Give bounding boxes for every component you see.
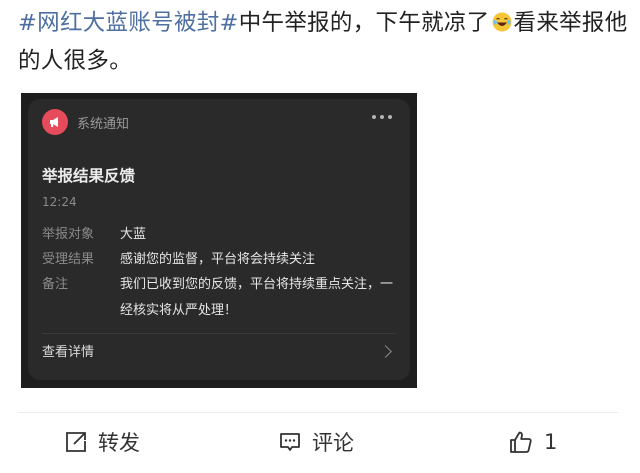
comment-label: 评论 (312, 431, 354, 455)
card-header: 系统通知 (42, 109, 129, 135)
notification-screenshot: 系统通知 举报结果反馈 12:24 举报对象 大蓝 受理结果 感谢您的监督，平台… (21, 93, 417, 388)
row-label: 受理结果 (42, 252, 95, 267)
more-options-icon[interactable] (372, 115, 392, 119)
post-text: #网红大蓝账号被封#中午举报的，下午就凉了 看来举报他的人很多。 (18, 4, 628, 80)
repost-button[interactable]: 转发 (64, 425, 140, 459)
comment-button[interactable]: 评论 (278, 425, 354, 459)
repost-icon (66, 432, 86, 452)
row-label: 备注 (42, 277, 69, 292)
action-divider (18, 412, 618, 413)
notification-title: 举报结果反馈 (42, 167, 136, 185)
sender-name: 系统通知 (77, 116, 130, 132)
like-button[interactable]: 1 (508, 425, 557, 459)
laughing-crying-emoji-icon (492, 12, 512, 32)
thumbs-up-icon (510, 431, 532, 453)
repost-label: 转发 (98, 431, 140, 455)
view-details-link[interactable]: 查看详情 (42, 341, 94, 360)
notification-time: 12:24 (42, 195, 77, 209)
row-label: 举报对象 (42, 227, 95, 242)
post-text-part1: 中午举报的，下午就凉了 (238, 10, 490, 36)
row-value: 我们已收到您的反馈，平台将持续重点关注，一经核实将从严处理！ (120, 277, 394, 318)
notification-card: 系统通知 举报结果反馈 12:24 举报对象 大蓝 受理结果 感谢您的监督，平台… (28, 99, 410, 380)
hashtag-link[interactable]: #网红大蓝账号被封# (18, 10, 239, 36)
row-value: 感谢您的监督，平台将会持续关注 (120, 252, 316, 267)
card-divider (42, 333, 396, 334)
megaphone-icon (42, 109, 68, 135)
row-value: 大蓝 (120, 227, 147, 242)
chevron-right-icon[interactable] (379, 345, 392, 358)
weibo-post: #网红大蓝账号被封#中午举报的，下午就凉了 看来举报他的人很多。 系统通知 举报… (0, 0, 640, 473)
like-count: 1 (544, 430, 558, 454)
comment-icon (280, 433, 300, 451)
